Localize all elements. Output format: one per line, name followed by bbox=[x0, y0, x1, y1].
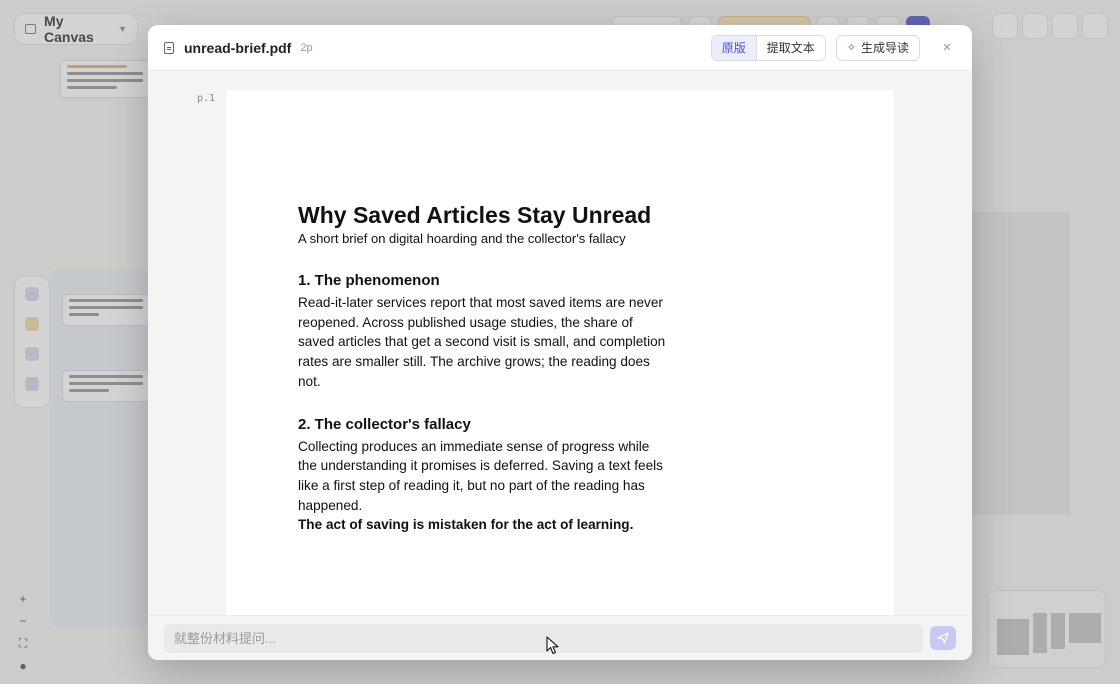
question-input[interactable] bbox=[164, 623, 923, 653]
close-icon[interactable]: × bbox=[936, 39, 958, 56]
modal-footer bbox=[148, 615, 972, 660]
generate-guide-label: 生成导读 bbox=[860, 41, 909, 55]
page-count: 2p bbox=[300, 41, 313, 54]
document-title: Why Saved Articles Stay Unread bbox=[298, 202, 652, 228]
pdf-preview-modal: unread-brief.pdf 2p 原版 提取文本 ✧ 生成导读 × p.1… bbox=[148, 25, 972, 660]
modal-header: unread-brief.pdf 2p 原版 提取文本 ✧ 生成导读 × bbox=[148, 25, 972, 71]
header-actions: 原版 提取文本 ✧ 生成导读 × bbox=[710, 34, 958, 61]
generate-guide-button[interactable]: ✧ 生成导读 bbox=[835, 34, 920, 61]
document-subtitle: A short brief on digital hoarding and th… bbox=[298, 231, 626, 246]
section-emphasis: The act of saving is mistaken for the ac… bbox=[298, 517, 634, 533]
sparkle-icon: ✧ bbox=[846, 42, 856, 54]
mouse-cursor-icon bbox=[546, 636, 559, 655]
send-button[interactable] bbox=[930, 626, 956, 650]
document-icon bbox=[164, 41, 174, 54]
view-mode-toggle: 原版 提取文本 bbox=[710, 34, 826, 61]
tab-original[interactable]: 原版 bbox=[711, 35, 757, 60]
page-number-label: p.1 bbox=[197, 93, 216, 104]
tab-extract-text[interactable]: 提取文本 bbox=[756, 35, 825, 60]
section-body: Read-it-later services report that most … bbox=[298, 295, 666, 389]
pdf-content: Why Saved Articles Stay Unread A short b… bbox=[298, 200, 668, 535]
pdf-page: Why Saved Articles Stay Unread A short b… bbox=[226, 90, 894, 615]
section-heading: 2. The collector's fallacy bbox=[298, 415, 471, 433]
send-icon bbox=[937, 632, 949, 644]
section-body: Collecting produces an immediate sense o… bbox=[298, 438, 663, 513]
section-heading: 1. The phenomenon bbox=[298, 272, 440, 289]
pdf-viewer[interactable]: p.1 Why Saved Articles Stay Unread A sho… bbox=[148, 71, 972, 615]
file-name: unread-brief.pdf bbox=[184, 39, 292, 56]
